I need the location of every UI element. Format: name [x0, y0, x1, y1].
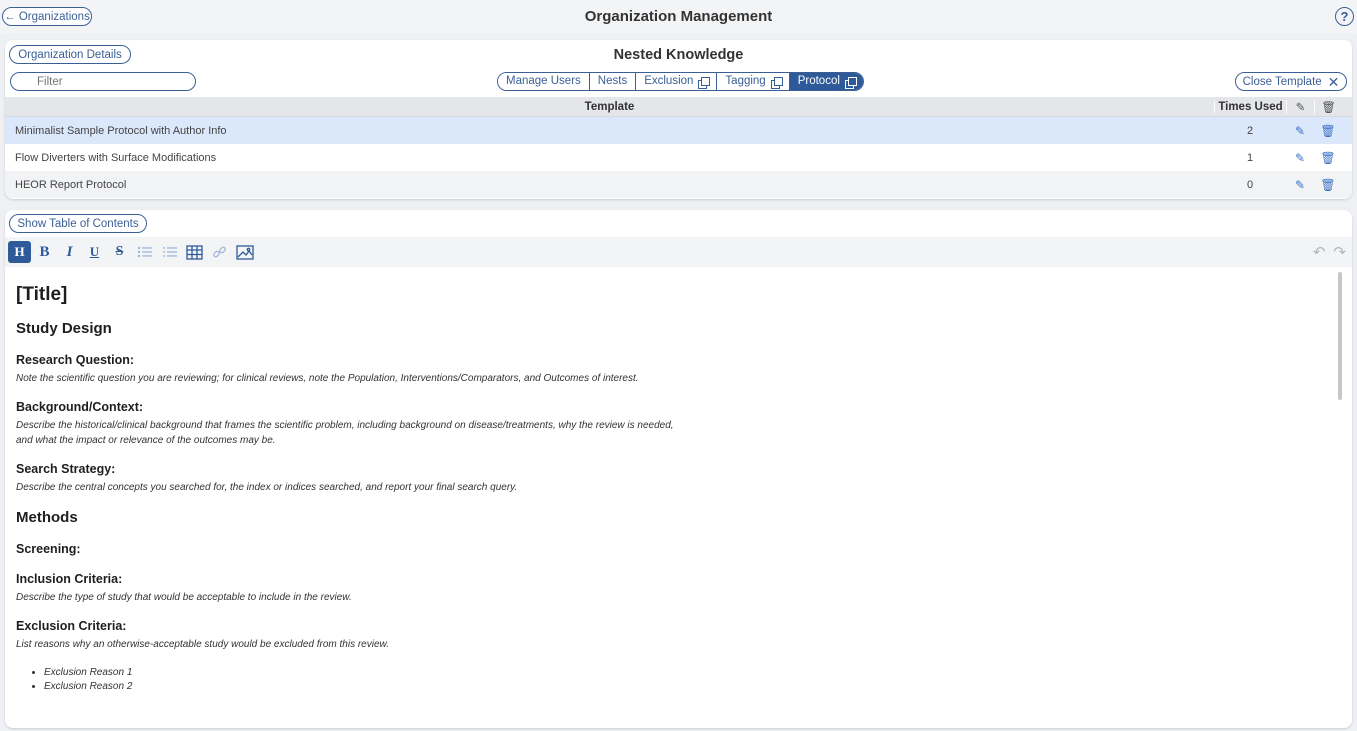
tab-label: Nests	[597, 75, 628, 87]
close-template-button[interactable]: Close Template ✕	[1235, 72, 1347, 91]
close-template-label: Close Template	[1242, 75, 1322, 88]
top-bar: ← Organizations Organization Management …	[0, 0, 1357, 33]
pencil-icon: ✎	[1286, 99, 1314, 114]
trash-icon[interactable]: 🗑	[1314, 124, 1342, 138]
table-header: Template Times Used ✎ 🗑	[5, 97, 1352, 117]
section-heading: Study Design	[16, 320, 112, 337]
subsection-heading: Inclusion Criteria:	[16, 572, 123, 586]
copy-icon	[844, 76, 857, 89]
bullet-list-icon[interactable]	[133, 241, 156, 263]
tab-label: Manage Users	[506, 75, 581, 87]
undo-redo-group: ↶ ↷	[1313, 243, 1346, 261]
subsection-heading: Search Strategy:	[16, 462, 116, 476]
table-row[interactable]: Minimalist Sample Protocol with Author I…	[5, 117, 1352, 144]
tab-nests[interactable]: Nests	[589, 73, 637, 90]
tab-exclusion[interactable]: Exclusion	[636, 73, 718, 90]
section-heading: Methods	[16, 509, 78, 526]
ordered-list-icon[interactable]	[158, 241, 181, 263]
subsection-heading: Research Question:	[16, 353, 135, 367]
trash-icon[interactable]: 🗑	[1314, 178, 1342, 192]
link-icon[interactable]	[208, 241, 231, 263]
close-icon: ✕	[1327, 73, 1340, 90]
tab-tagging[interactable]: Tagging	[717, 73, 790, 90]
exclusion-reasons-list: Exclusion Reason 1 Exclusion Reason 2	[44, 666, 1326, 694]
copy-icon	[698, 76, 711, 89]
paragraph: List reasons why an otherwise-acceptable…	[16, 639, 389, 650]
organization-name: Nested Knowledge	[613, 47, 744, 63]
doc-title: [Title]	[16, 284, 68, 305]
list-item: Exclusion Reason 2	[44, 680, 1326, 694]
subsection-heading: Background/Context:	[16, 400, 144, 414]
template-name: HEOR Report Protocol	[15, 178, 127, 191]
editor-panel: Show Table of Contents H B I U S ↶ ↷ [Ti…	[5, 210, 1352, 728]
paragraph: Describe the historical/clinical backgro…	[16, 418, 1326, 448]
paragraph: Note the scientific question you are rev…	[16, 373, 639, 384]
tab-label: Tagging	[725, 75, 766, 87]
column-header-template[interactable]: Template	[5, 101, 1214, 113]
column-header-times-used[interactable]: Times Used	[1214, 100, 1286, 113]
copy-icon	[770, 76, 783, 89]
filter-input[interactable]	[10, 72, 196, 91]
paragraph: Describe the central concepts you search…	[16, 482, 518, 493]
subsection-heading: Exclusion Criteria:	[16, 619, 127, 633]
template-table: Template Times Used ✎ 🗑 Minimalist Sampl…	[5, 97, 1352, 198]
italic-button[interactable]: I	[58, 241, 81, 263]
times-used-value: 1	[1246, 151, 1254, 164]
undo-icon[interactable]: ↶	[1313, 243, 1326, 261]
tab-label: Protocol	[797, 75, 840, 87]
times-used-value: 2	[1246, 124, 1254, 137]
help-icon[interactable]: ?	[1335, 7, 1354, 26]
pencil-icon[interactable]: ✎	[1286, 124, 1314, 138]
subsection-heading: Screening:	[16, 542, 81, 556]
times-used-value: 0	[1246, 178, 1254, 191]
tab-protocol[interactable]: Protocol	[789, 73, 863, 90]
paragraph-line: and what the impact or relevance of the …	[16, 435, 276, 446]
redo-icon[interactable]: ↷	[1333, 243, 1346, 261]
paragraph-line: Describe the historical/clinical backgro…	[16, 420, 674, 431]
image-icon[interactable]	[233, 241, 256, 263]
bold-button[interactable]: B	[33, 241, 56, 263]
editor-toolbar: H B I U S ↶ ↷	[5, 237, 1352, 267]
table-row[interactable]: HEOR Report Protocol 0 ✎ 🗑	[5, 171, 1352, 198]
table-icon[interactable]	[183, 241, 206, 263]
underline-button[interactable]: U	[83, 241, 106, 263]
trash-icon: 🗑	[1314, 99, 1342, 114]
management-tabs: Manage Users Nests Exclusion Tagging Pro…	[497, 72, 864, 91]
tab-manage-users[interactable]: Manage Users	[498, 73, 590, 90]
pencil-icon[interactable]: ✎	[1286, 178, 1314, 192]
paragraph: Describe the type of study that would be…	[16, 592, 352, 603]
strikethrough-button[interactable]: S	[108, 241, 131, 263]
organization-panel: Organization Details Nested Knowledge Ma…	[5, 40, 1352, 199]
show-table-of-contents-button[interactable]: Show Table of Contents	[9, 214, 147, 233]
trash-icon[interactable]: 🗑	[1314, 151, 1342, 165]
tab-label: Exclusion	[644, 75, 694, 87]
heading-button[interactable]: H	[8, 241, 31, 263]
list-item: Exclusion Reason 1	[44, 666, 1326, 680]
table-row[interactable]: Flow Diverters with Surface Modification…	[5, 144, 1352, 171]
pencil-icon[interactable]: ✎	[1286, 151, 1314, 165]
scrollbar[interactable]	[1338, 272, 1342, 400]
template-name: Minimalist Sample Protocol with Author I…	[15, 124, 227, 137]
page-title: Organization Management	[584, 8, 773, 25]
template-name: Flow Diverters with Surface Modification…	[15, 151, 217, 164]
protocol-document[interactable]: [Title] Study Design Research Question: …	[16, 284, 1326, 694]
